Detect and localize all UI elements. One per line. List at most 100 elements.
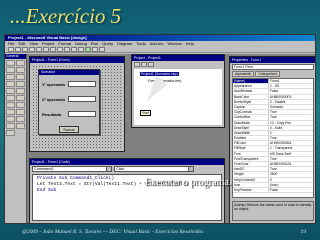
ole-tool-icon[interactable] — [6, 130, 15, 136]
menu-run[interactable]: Run — [91, 41, 98, 46]
property-name: DrawMode — [233, 120, 269, 125]
property-value[interactable]: 1 - Transparent — [269, 146, 313, 150]
view-code-icon[interactable] — [134, 62, 140, 67]
property-value[interactable]: True — [269, 110, 313, 114]
property-value[interactable]: &H80000012& — [269, 162, 313, 166]
dirlist-tool-icon[interactable] — [6, 109, 15, 115]
property-value[interactable]: Form1 — [269, 79, 313, 83]
operand1-textbox[interactable] — [68, 81, 96, 87]
property-name: Caption — [233, 104, 269, 110]
menu-help[interactable]: Help — [186, 41, 194, 46]
drivelist-tool-icon[interactable] — [16, 102, 25, 108]
property-value[interactable]: 1 — [269, 131, 313, 135]
property-value[interactable]: True — [269, 115, 313, 119]
property-name: Appearance — [233, 84, 269, 89]
property-name: BackColor — [233, 94, 269, 99]
property-value[interactable]: &H8000000F& — [269, 95, 313, 99]
property-value[interactable]: 0 — [269, 178, 313, 182]
view-object-icon[interactable] — [141, 62, 147, 67]
property-name: HasDC — [233, 167, 269, 172]
property-name: Font — [233, 151, 269, 156]
property-value[interactable]: &H00000000& — [269, 141, 313, 145]
property-value[interactable]: 2 - Sizable — [269, 100, 313, 104]
property-value[interactable]: 13 - Copy Pen — [269, 121, 313, 125]
tab-categorized[interactable]: Categorized — [255, 71, 281, 77]
menu-view[interactable]: View — [29, 41, 38, 46]
menu-addins[interactable]: Add-Ins — [150, 41, 164, 46]
listbox-tool-icon[interactable] — [16, 88, 25, 94]
property-value[interactable]: MS Sans Serif — [269, 152, 313, 156]
chevron-down-icon — [188, 167, 193, 171]
label-tool-icon[interactable] — [6, 67, 15, 73]
toolbox: General — [5, 54, 27, 223]
property-value[interactable]: (Icon) — [269, 183, 313, 187]
menu-project[interactable]: Project — [42, 41, 54, 46]
procedure-combo[interactable]: Click — [114, 166, 194, 172]
property-value[interactable]: True — [269, 136, 313, 140]
result-textbox[interactable] — [68, 111, 96, 117]
cut-button[interactable] — [43, 47, 49, 52]
menu-format[interactable]: Format — [58, 41, 71, 46]
optionbutton-tool-icon[interactable] — [16, 81, 25, 87]
form-designer-title: Project1 - Form1 (Form) — [30, 57, 124, 63]
shape-tool-icon[interactable] — [6, 116, 15, 122]
project-explorer-title: Project - Project1 — [132, 55, 224, 61]
checkbox-tool-icon[interactable] — [6, 81, 15, 87]
filelist-tool-icon[interactable] — [16, 109, 25, 115]
find-button[interactable] — [64, 47, 70, 52]
code-line: End Sub — [37, 188, 57, 193]
paste-button[interactable] — [57, 47, 63, 52]
redo-button[interactable] — [78, 47, 84, 52]
project-node[interactable]: Project1 (Somador.vbp) — [140, 72, 179, 76]
pointer-tool-icon[interactable] — [6, 60, 15, 66]
property-value[interactable]: 0 - Solid — [269, 126, 313, 130]
add-form-button[interactable] — [15, 47, 21, 52]
vscroll-tool-icon[interactable] — [16, 95, 25, 101]
picturebox-tool-icon[interactable] — [16, 60, 25, 66]
ide-toolbar — [5, 46, 315, 53]
frame-tool-icon[interactable] — [6, 74, 15, 80]
hscroll-tool-icon[interactable] — [6, 95, 15, 101]
property-value[interactable]: 3600 — [269, 172, 313, 176]
menu-debug[interactable]: Debug — [75, 41, 87, 46]
image-tool-icon[interactable] — [6, 123, 15, 129]
menu-diagram[interactable]: Diagram — [117, 41, 132, 46]
open-button[interactable] — [29, 47, 35, 52]
commandbutton-tool-icon[interactable] — [16, 74, 25, 80]
property-value[interactable]: False — [269, 89, 313, 93]
combobox-tool-icon[interactable] — [6, 88, 15, 94]
data-tool-icon[interactable] — [16, 123, 25, 129]
object-combo[interactable]: Command1 — [32, 166, 112, 172]
timer-tool-icon[interactable] — [6, 102, 15, 108]
end-button[interactable] — [99, 47, 105, 52]
menu-query[interactable]: Query — [102, 41, 113, 46]
save-button[interactable] — [36, 47, 42, 52]
property-value[interactable]: False — [269, 188, 313, 192]
property-value[interactable]: Somador — [269, 105, 313, 109]
operand2-textbox[interactable] — [68, 96, 96, 102]
property-value[interactable]: True — [269, 157, 313, 161]
start-button[interactable] — [85, 47, 91, 52]
menu-file[interactable]: File — [8, 41, 14, 46]
copy-button[interactable] — [50, 47, 56, 52]
properties-window: Properties - Form1 Form1 Form Alphabetic… — [229, 56, 315, 223]
somar-button[interactable]: Somar — [59, 126, 79, 133]
textbox-tool-icon[interactable] — [16, 67, 25, 73]
line-tool-icon[interactable] — [16, 116, 25, 122]
menu-tools[interactable]: Tools — [136, 41, 145, 46]
undo-button[interactable] — [71, 47, 77, 52]
add-project-button[interactable] — [8, 47, 14, 52]
menu-window[interactable]: Window — [167, 41, 181, 46]
object-selector[interactable]: Form1 Form — [232, 64, 314, 70]
break-button[interactable] — [92, 47, 98, 52]
property-name: ControlBox — [233, 115, 269, 120]
property-value[interactable]: True — [269, 167, 313, 171]
property-value[interactable]: 1 - 3D — [269, 84, 313, 88]
somador-form[interactable]: Somador 1º operando 2º operando Resultad… — [38, 69, 100, 135]
menu-edit[interactable]: Edit — [18, 41, 25, 46]
tab-alphabetic[interactable]: Alphabetic — [232, 71, 255, 77]
property-row[interactable]: KeyPreview False — [233, 187, 313, 194]
menu-editor-button[interactable] — [22, 47, 28, 52]
property-description: (Name) Returns the name used in code to … — [232, 201, 314, 221]
toggle-folders-icon[interactable] — [148, 62, 154, 67]
